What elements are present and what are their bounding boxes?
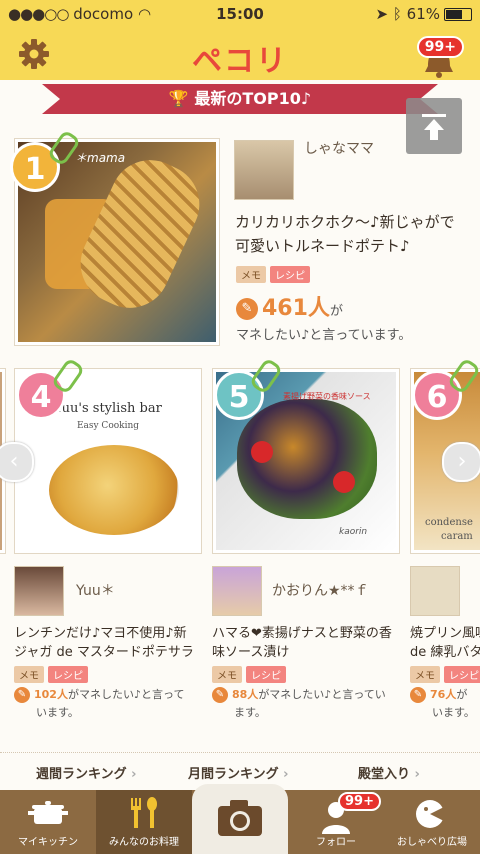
copy-count-suffix: が: [329, 304, 343, 319]
follow-count-badge: 99+: [338, 792, 381, 811]
copy-stat-text: がマネしたい♪と言って: [67, 688, 185, 701]
tab-label: フォロー: [316, 837, 356, 848]
pencil-icon: ✎: [410, 687, 426, 703]
memo-tag: メモ: [236, 266, 266, 283]
tab-follow[interactable]: 99+ フォロー: [288, 790, 384, 854]
scroll-top-button[interactable]: [406, 98, 462, 154]
copy-stat: ✎ 76人が います。: [410, 686, 475, 722]
recipe-title-line: カリカリホクホク〜♪新じゃがで: [235, 213, 455, 231]
copy-stat: ✎ 88人がマネしたい♪と言ってい ます。: [212, 686, 386, 722]
carousel-next-button[interactable]: ›: [442, 442, 480, 482]
camera-button[interactable]: [192, 784, 288, 854]
banner-title: 最新のTOP10♪: [194, 89, 312, 108]
tag-row: メモ レシピ: [14, 664, 92, 683]
photo-text: kaorin: [339, 527, 368, 537]
chevron-right-icon: ›: [457, 449, 467, 474]
notification-count-badge: 99+: [416, 36, 464, 58]
tab-label: おしゃべり広場: [397, 837, 467, 848]
copy-count: ✎ 461人が: [236, 290, 343, 322]
arrow-up-icon: [422, 114, 446, 140]
recipe-tag: レシピ: [444, 666, 480, 683]
photo-caption: ＊mama: [75, 151, 126, 165]
photo-text: caram: [441, 531, 473, 542]
copy-count-value: 102人: [34, 688, 68, 701]
monthly-ranking-link[interactable]: 月間ランキング ›: [188, 763, 289, 782]
recipe-title[interactable]: カリカリホクホク〜♪新じゃがで 可愛いトルネードポテト♪: [235, 210, 455, 258]
tab-chat-square[interactable]: おしゃべり広場: [384, 790, 480, 854]
avatar[interactable]: [234, 140, 294, 200]
copy-stat-text: います。: [432, 706, 475, 719]
copy-note: マネしたい♪と言っています。: [236, 328, 412, 343]
tab-everyone-cooking[interactable]: みんなのお料理: [96, 790, 192, 854]
user-name[interactable]: Yuu＊: [76, 580, 115, 600]
location-icon: ➤: [375, 5, 389, 23]
memo-tag: メモ: [14, 666, 44, 683]
tab-label: みんなのお料理: [109, 837, 179, 848]
notification-button[interactable]: 99+: [416, 36, 466, 78]
recipe-title-line: 焼プリン風味: [410, 626, 480, 641]
fork-spoon-icon: [131, 797, 157, 828]
recipe-title-line: 可愛いトルネードポテト♪: [235, 237, 410, 255]
copy-stat-text: が: [456, 688, 468, 701]
user-name[interactable]: かおりん★**ｆ: [272, 580, 369, 600]
photo-text: 素揚げ野菜の香味ソース: [283, 392, 371, 401]
recipe-title-line: de 練乳バタ: [410, 645, 480, 660]
recipe-title[interactable]: 焼プリン風味 de 練乳バタ: [410, 624, 480, 662]
weekly-ranking-label: 週間ランキング: [36, 767, 127, 782]
pencil-icon: ✎: [14, 687, 30, 703]
recipe-title[interactable]: レンチンだけ♪マヨ不使用♪新 ジャガ de マスタードポテサラ: [14, 624, 194, 662]
chevron-right-icon: ›: [131, 767, 137, 782]
chevron-right-icon: ›: [283, 767, 289, 782]
copy-count-value: 76人: [430, 688, 457, 701]
photo-text: Easy Cooking: [76, 421, 140, 431]
copy-stat: ✎ 102人がマネしたい♪と言って います。: [14, 686, 184, 722]
tab-bar: マイキッチン みんなのお料理 99+ フォロー おしゃべり広場: [0, 784, 480, 854]
avatar[interactable]: [410, 566, 460, 616]
tag-row: メモ レシピ: [236, 264, 314, 283]
memo-tag: メモ: [410, 666, 440, 683]
tag-row: メモ レシピ: [212, 664, 290, 683]
pot-icon: [28, 801, 68, 824]
hall-of-fame-link[interactable]: 殿堂入り ›: [358, 763, 420, 782]
copy-count-value: 88人: [232, 688, 259, 701]
camera-icon: [218, 800, 262, 836]
carousel-prev-button[interactable]: ‹: [0, 442, 34, 482]
weekly-ranking-link[interactable]: 週間ランキング ›: [36, 763, 137, 782]
battery-percent: 61%: [406, 5, 440, 23]
recipe-title[interactable]: ハマる❤素揚げナスと野菜の香 味ソース漬け: [212, 624, 392, 662]
tab-my-kitchen[interactable]: マイキッチン: [0, 790, 96, 854]
pencil-icon: ✎: [212, 687, 228, 703]
recipe-tag: レシピ: [246, 666, 286, 683]
copy-count-value: 461人: [262, 296, 330, 321]
tag-row: メモ レシピ: [410, 664, 480, 683]
recipe-title-line: ハマる❤素揚げナスと野菜の香: [212, 626, 392, 641]
hall-of-fame-label: 殿堂入り: [358, 767, 411, 782]
monthly-ranking-label: 月間ランキング: [188, 767, 279, 782]
recipe-title-line: レンチンだけ♪マヨ不使用♪新: [14, 626, 187, 641]
top10-banner: 🏆 最新のTOP10♪: [42, 84, 438, 114]
battery-icon: [444, 8, 472, 21]
recipe-title-line: 味ソース漬け: [212, 645, 290, 660]
chevron-left-icon: ‹: [9, 449, 19, 474]
recipe-title-line: ジャガ de マスタードポテサラ: [14, 645, 194, 660]
pencil-icon: ✎: [236, 298, 258, 320]
avatar[interactable]: [212, 566, 262, 616]
memo-tag: メモ: [212, 666, 242, 683]
recipe-tag: レシピ: [270, 266, 310, 283]
copy-stat-text: います。: [36, 706, 79, 719]
chat-face-icon: [416, 800, 446, 828]
trophy-icon: 🏆: [168, 89, 189, 108]
app-header: ペコリ 99+: [0, 28, 480, 80]
status-bar: ●●●○○ docomo ◠ 15:00 ➤ ᛒ 61%: [0, 0, 480, 28]
tab-label: マイキッチン: [18, 837, 78, 848]
copy-stat-text: がマネしたい♪と言ってい: [258, 688, 386, 701]
photo-text: condense: [425, 517, 473, 528]
user-name[interactable]: しゃなママ: [304, 138, 374, 158]
copy-stat-text: ます。: [234, 706, 266, 719]
recipe-tag: レシピ: [48, 666, 88, 683]
avatar[interactable]: [14, 566, 64, 616]
bluetooth-icon: ᛒ: [392, 5, 402, 23]
app-logo: ペコリ: [192, 44, 288, 79]
chevron-right-icon: ›: [414, 767, 420, 782]
